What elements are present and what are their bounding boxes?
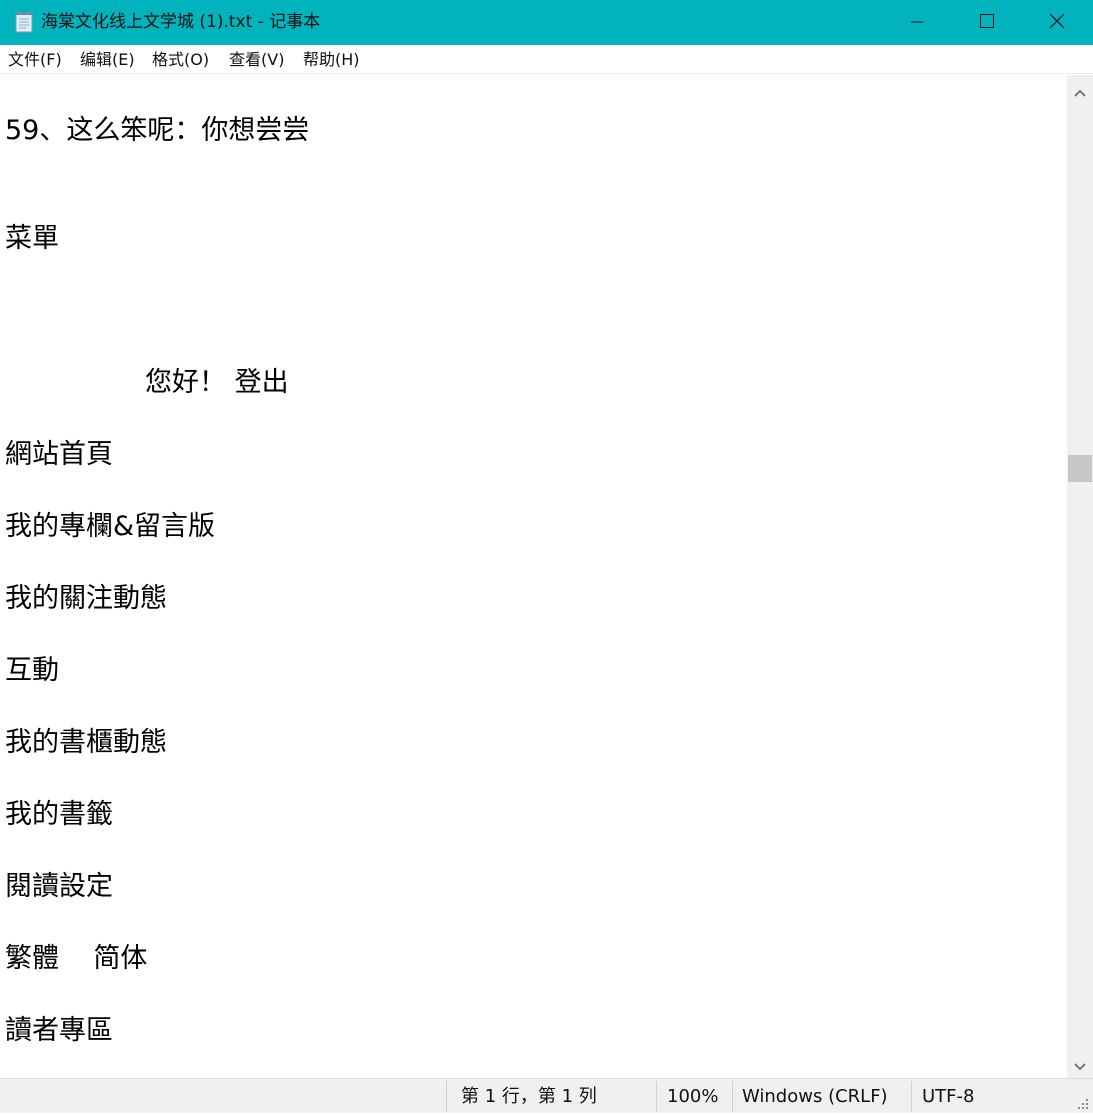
text-line: 我的專欄&留言版 <box>5 511 216 542</box>
close-button[interactable] <box>1022 0 1092 45</box>
menu-file[interactable]: 文件(F) <box>8 45 62 74</box>
minimize-icon <box>911 13 923 32</box>
chevron-down-icon <box>1074 1056 1086 1075</box>
status-line-ending: Windows (CRLF) <box>742 1086 888 1107</box>
status-divider <box>732 1081 733 1112</box>
scroll-thumb[interactable] <box>1068 455 1092 482</box>
menu-edit[interactable]: 编辑(E) <box>80 45 135 74</box>
status-bar: 第 1 行，第 1 列 100% Windows (CRLF) UTF-8 <box>0 1078 1093 1113</box>
text-line: 讀者專區 <box>5 1015 113 1046</box>
chevron-up-icon <box>1074 82 1086 101</box>
minimize-button[interactable] <box>882 0 952 45</box>
status-cursor-position: 第 1 行，第 1 列 <box>461 1086 597 1107</box>
maximize-icon <box>980 13 994 32</box>
status-divider <box>911 1081 912 1112</box>
scroll-up-button[interactable] <box>1067 78 1093 104</box>
text-line: 您好！ 登出 <box>145 367 289 398</box>
text-line: 我的書籤 <box>5 799 113 830</box>
title-bar[interactable]: 海棠文化线上文学城 (1).txt - 记事本 <box>0 0 1093 45</box>
text-line: 互動 <box>5 655 59 686</box>
status-zoom: 100% <box>667 1086 719 1107</box>
status-encoding: UTF-8 <box>922 1086 975 1107</box>
text-line: 繁體 简体 <box>5 943 148 974</box>
menu-view[interactable]: 查看(V) <box>229 45 284 74</box>
text-line: 網站首頁 <box>5 439 113 470</box>
text-editor[interactable]: 59、这么笨呢：你想尝尝 菜單 您好！ 登出 網站首頁 我的專欄&留言版 我的關… <box>0 75 1067 1078</box>
resize-grip-icon[interactable] <box>1076 1096 1090 1110</box>
window-title: 海棠文化线上文学城 (1).txt - 记事本 <box>41 12 321 32</box>
text-line: 菜單 <box>5 223 59 254</box>
text-line: 我的關注動態 <box>5 583 167 614</box>
scroll-down-button[interactable] <box>1067 1052 1093 1078</box>
text-line: 我的書櫃動態 <box>5 727 167 758</box>
status-divider <box>446 1081 447 1112</box>
menu-bar: 文件(F) 编辑(E) 格式(O) 查看(V) 帮助(H) <box>0 45 1093 74</box>
text-line: 閱讀設定 <box>5 871 113 902</box>
menu-help[interactable]: 帮助(H) <box>303 45 360 74</box>
text-line: 59、这么笨呢：你想尝尝 <box>5 115 310 146</box>
status-divider <box>656 1081 657 1112</box>
maximize-button[interactable] <box>952 0 1022 45</box>
notepad-icon <box>14 11 34 33</box>
vertical-scrollbar[interactable] <box>1067 75 1093 1078</box>
notepad-window: 海棠文化线上文学城 (1).txt - 记事本 文件(F) 编辑(E) 格式(O… <box>0 0 1093 1113</box>
menu-format[interactable]: 格式(O) <box>152 45 209 74</box>
close-icon <box>1049 13 1065 33</box>
